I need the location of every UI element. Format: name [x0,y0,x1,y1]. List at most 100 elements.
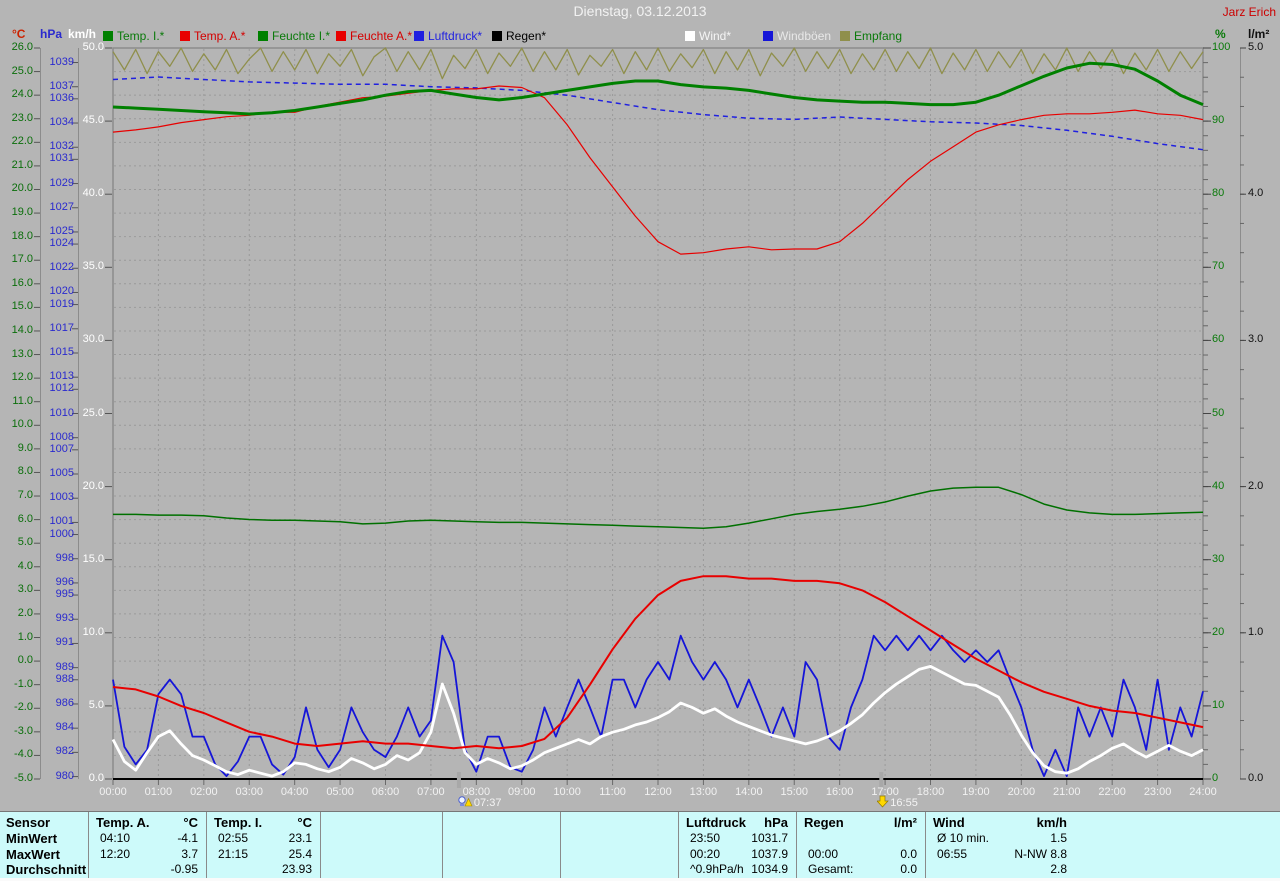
axis-tick-label: 15.0 [82,552,104,565]
axis-tick-label: 70 [1212,260,1225,273]
axis-tick-label: 1007 [49,442,74,455]
table-cell-value: 25.4 [288,847,312,861]
axis-tick-label: 1.0 [1248,625,1264,638]
axis-tick-label: 45.0 [82,114,104,127]
axis-tick-label: 14.0 [11,323,33,336]
table-cell-unit: km/h [1036,815,1067,830]
axis-tick-label: 2.0 [17,606,33,619]
axis-tick-label: 16.0 [11,276,33,289]
axis-tick-label: 5.0 [88,698,104,711]
table-cell-rowlabel: MinWert [6,831,58,846]
axis-tick-label: 21:00 [1052,786,1081,798]
axis-tick-label: 22:00 [1098,786,1126,798]
axis-tick-label: 1031 [49,152,74,165]
axis-tick-label: 23:00 [1143,786,1172,798]
axis-tick-label: 20.0 [11,182,33,195]
plot-area[interactable] [113,48,1203,779]
axis-tick-label: 50 [1212,406,1225,419]
axis-tick-label: 6.0 [17,512,33,525]
axis-tick-label: -4.0 [14,748,33,761]
axis-tick-label: 01:00 [144,786,173,798]
axis-tick-label: 1032 [49,140,74,153]
axis-tick-label: 35.0 [82,260,104,273]
axis-tick-label: 26.0 [11,41,33,53]
axis-tick-label: 18.0 [11,229,33,242]
axis-tick-label: 1000 [49,527,74,540]
axis-tick-label: 17.0 [11,253,33,266]
axis-tick-label: 24.0 [11,88,33,101]
axis-tick-label: 25.0 [11,64,33,77]
sunrise-icon [458,796,473,807]
table-divider [925,812,926,878]
sunset-icon [876,795,890,808]
axis-tick-label: 982 [55,745,74,758]
table-cell-value: -4.1 [177,831,198,845]
table-cell-value: 1034.9 [751,862,788,876]
axis-tick-label: 100 [1212,41,1231,53]
table-divider [560,812,561,878]
axis-tick-label: 19:00 [962,786,990,798]
sunset-time: 16:55 [890,797,918,809]
table-divider [442,812,443,878]
axis-tick-label: -1.0 [14,677,33,690]
axis-tick-label: 1036 [49,91,74,104]
table-divider [796,812,797,878]
axis-tick-label: 1025 [49,224,74,237]
axis-tick-label: 1015 [49,345,74,358]
axis-tick-label: 998 [55,551,74,564]
axis-tick-label: 996 [55,575,74,588]
axis-tick-label: 1012 [49,382,74,395]
axis-tick-label: 984 [55,721,74,734]
axis-tick-label: 00:00 [99,786,127,798]
table-cell-unit: °C [297,815,312,830]
axis-tick-label: 1008 [49,430,74,443]
axis-tick-label: 995 [55,588,74,601]
table-cell-value: 3.7 [181,847,198,861]
table-cell-value: 23.93 [281,862,312,876]
table-cell-value: 1037.9 [751,847,788,861]
axis-tick-label: 1022 [49,261,74,274]
table-cell-value: 0.0 [900,862,917,876]
axis-tick-label: 40.0 [82,187,104,200]
axis-tick-label: 1005 [49,467,74,479]
table-cell-unit: °C [183,815,198,830]
axis-tick-label: 20 [1212,625,1225,638]
axis-tick-label: 30 [1212,552,1225,565]
axis-tick-label: 1037 [49,79,74,92]
axis-tick-label: 2.0 [1248,479,1264,492]
axis-tick-label: 12:00 [644,786,672,798]
table-divider [320,812,321,878]
axis-tick-label: 11.0 [12,394,33,407]
axis-tick-label: 19.0 [11,206,33,219]
axis-tick-label: 988 [55,672,74,685]
axis-tick-label: 9.0 [17,441,33,454]
axis-tick-label: 07:00 [417,786,445,798]
axis-tick-label: 15.0 [11,300,33,313]
axis-tick-label: 1034 [49,116,74,129]
axis-tick-label: 0.0 [88,772,104,784]
axis-tick-label: 991 [55,636,74,649]
table-cell-value: 1031.7 [751,831,788,845]
axis-tick-label: 11:00 [599,786,626,798]
axis-tick-label: 80 [1212,187,1225,200]
axis-tick-label: 06:00 [371,786,400,798]
axis-tick-label: 4.0 [17,559,33,572]
axis-tick-label: 22.0 [11,135,33,148]
table-cell-rowlabel: MaxWert [6,847,60,862]
table-divider [678,812,679,878]
axis-tick-label: -3.0 [14,724,33,737]
axis-tick-label: 50.0 [82,41,104,53]
axis-tick-label: 14:00 [735,786,763,798]
axis-tick-label: -2.0 [14,701,33,714]
axis-tick-label: 40 [1212,479,1225,492]
table-cell-unit: hPa [764,815,788,830]
sunset-marker: 16:55 [876,795,918,809]
axis-tick-label: 0.0 [17,654,33,667]
axis-tick-label: 3.0 [1248,333,1264,346]
axis-tick-label: 1019 [49,297,74,310]
axis-tick-label: 1001 [49,515,74,528]
axis-tick-label: 30.0 [82,333,104,346]
axis-tick-label: 02:00 [190,786,218,798]
axis-tick-label: 1003 [49,491,74,504]
axis-tick-label: 4.0 [1248,187,1264,200]
